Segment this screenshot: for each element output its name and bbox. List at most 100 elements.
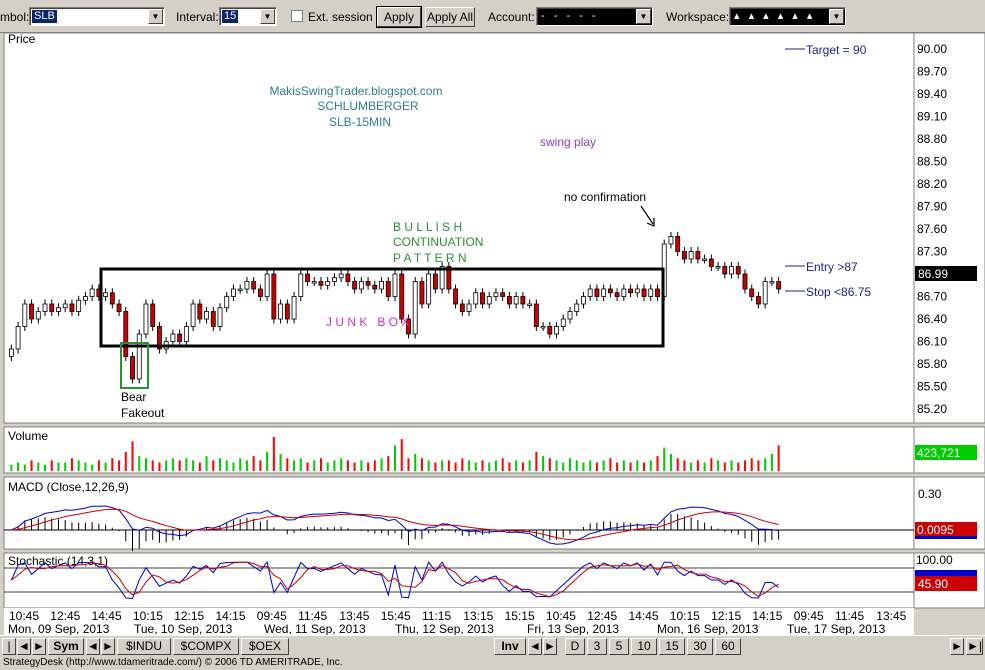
volume-bar	[737, 462, 740, 471]
nav-right-button[interactable]: ►	[32, 638, 46, 655]
candle	[547, 326, 553, 335]
time-tick-label: 14:15	[216, 609, 246, 623]
index-tab-indu[interactable]: $INDU	[117, 638, 171, 655]
volume-bar	[717, 460, 720, 471]
candle	[358, 281, 364, 290]
sym-left-button[interactable]: ◄	[86, 638, 100, 655]
volume-bar	[10, 464, 13, 471]
volume-pane-title: Volume	[8, 429, 48, 443]
candle	[372, 284, 378, 290]
volume-bar	[293, 460, 296, 471]
price-tick-label: 87.30	[917, 245, 947, 259]
volume-bar	[252, 456, 255, 471]
time-tick-label: 14:45	[629, 609, 659, 623]
inv-left-button[interactable]: ◄	[528, 638, 542, 655]
chevron-down-icon[interactable]: ▼	[148, 9, 163, 24]
price-ticks: 90.00 89.70 89.40 89.10 88.80 88.50 88.20 87.90…	[917, 42, 947, 416]
inv-tab[interactable]: Inv	[494, 638, 526, 655]
volume-bar	[313, 460, 316, 471]
interval-tab-d[interactable]: D	[565, 638, 585, 655]
candle	[325, 281, 331, 286]
interval-tab-60[interactable]: 60	[715, 638, 741, 655]
time-tick-label: 10:15	[133, 609, 163, 623]
volume-bar	[219, 458, 222, 471]
chevron-down-icon[interactable]: ▼	[829, 9, 844, 24]
index-tab-compx[interactable]: $COMPX	[173, 638, 239, 655]
index-tab-oex[interactable]: $OEX	[241, 638, 289, 655]
candle	[628, 288, 633, 294]
stoch-pane	[3, 552, 915, 609]
apply-button[interactable]: Apply	[376, 6, 422, 28]
candle	[76, 299, 82, 312]
candle	[426, 273, 432, 305]
candle	[365, 281, 371, 286]
candle	[567, 311, 573, 320]
volume-bar	[205, 456, 208, 471]
scroll-right-button[interactable]: ►	[950, 638, 964, 655]
sym-right-button[interactable]: ►	[101, 638, 115, 655]
ext-session-checkbox[interactable]	[291, 10, 303, 22]
scroll-end-button[interactable]: ►|	[966, 638, 983, 655]
nav-left-button[interactable]: ◄	[17, 638, 31, 655]
interval-tab-30[interactable]: 30	[687, 638, 713, 655]
target-label: Target = 90	[806, 43, 867, 57]
candle	[762, 281, 768, 305]
interval-tab-10[interactable]: 10	[631, 638, 657, 655]
candle	[130, 356, 135, 380]
sym-tab[interactable]: Sym	[48, 638, 84, 655]
blog-label: MakisSwingTrader.blogspot.com	[270, 84, 443, 98]
interval-tab-5[interactable]: 5	[609, 638, 629, 655]
candle	[22, 303, 28, 327]
volume-bar	[373, 460, 376, 471]
chevron-down-icon[interactable]: ▼	[636, 9, 651, 24]
account-combo[interactable]: - - - - - ▼	[536, 7, 653, 26]
candle	[581, 296, 586, 305]
symbol-combo[interactable]: SLB ▼	[29, 7, 165, 26]
volume-bar	[575, 460, 578, 471]
candle	[136, 333, 142, 380]
candle	[69, 303, 75, 312]
candle	[204, 311, 209, 320]
date-tick-label: Tue, 17 Sep, 2013	[787, 622, 886, 635]
interval-label: Interval:	[176, 10, 219, 24]
volume-bar	[192, 460, 195, 471]
candle	[473, 292, 479, 305]
candle	[453, 288, 458, 305]
volume-pane	[3, 426, 915, 474]
candle	[62, 303, 68, 309]
candle	[311, 281, 317, 284]
volume-bar	[23, 464, 26, 471]
volume-bar	[589, 460, 592, 471]
apply-all-button[interactable]: Apply All	[425, 7, 475, 27]
volume-bar	[427, 460, 430, 471]
inv-right-button[interactable]: ►	[543, 638, 557, 655]
interval-tab-15[interactable]: 15	[659, 638, 685, 655]
candle	[729, 266, 734, 275]
bullish-label-3: P A T T E R N	[393, 251, 467, 265]
volume-bar	[515, 460, 518, 471]
date-tick-label: Mon, 09 Sep, 2013	[8, 622, 110, 635]
volume-bar	[239, 458, 242, 471]
volume-bar	[568, 458, 571, 471]
interval-tab-3[interactable]: 3	[587, 638, 607, 655]
candle	[459, 303, 465, 312]
volume-bar	[676, 458, 679, 471]
chart-area[interactable]: Price Volume MACD (Close,12,26,9) Stocha…	[0, 33, 985, 635]
workspace-combo[interactable]: ▴ ▴ ▴ ▴ ▴ ▴ ▼	[729, 7, 846, 26]
candle	[722, 266, 728, 275]
interval-combo[interactable]: 15 ▼	[219, 7, 277, 26]
status-bar: StrategyDesk (http://www.tdameritrade.co…	[0, 657, 985, 670]
volume-bar	[468, 460, 471, 471]
time-tick-label: 11:15	[422, 609, 451, 623]
volume-bar	[387, 456, 390, 471]
nav-start-button[interactable]: |◄	[2, 638, 16, 668]
price-tick-label: 90.00	[917, 42, 947, 56]
volume-bar	[144, 458, 147, 471]
workspace-value: ▴ ▴ ▴ ▴ ▴ ▴	[734, 10, 816, 22]
volume-bar	[407, 458, 410, 471]
volume-bar	[104, 462, 107, 471]
candle	[183, 326, 189, 342]
candle	[35, 311, 41, 320]
volume-bar	[643, 462, 646, 471]
chevron-down-icon[interactable]: ▼	[260, 9, 275, 24]
